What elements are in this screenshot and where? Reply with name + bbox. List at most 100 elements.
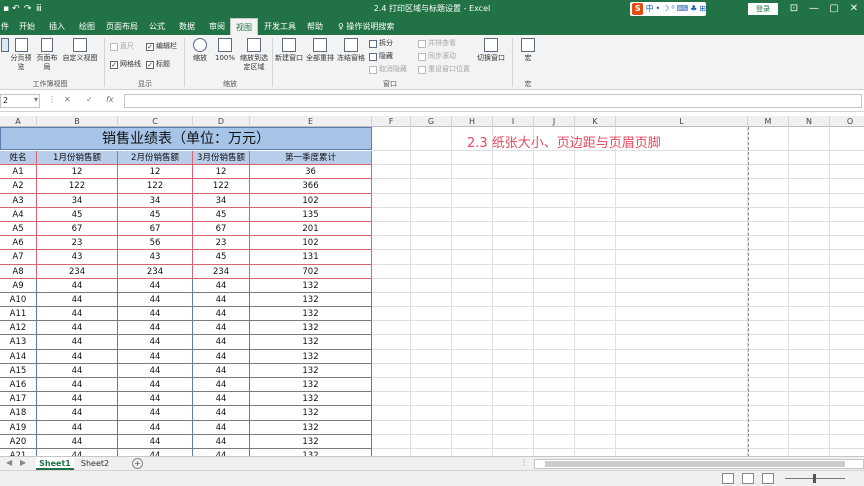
- empty-cell[interactable]: [748, 236, 789, 251]
- table-cell[interactable]: 44: [37, 335, 118, 350]
- table-cell[interactable]: 44: [118, 335, 193, 350]
- empty-cell[interactable]: [493, 406, 534, 421]
- empty-cell[interactable]: [452, 193, 493, 208]
- sheet-next-icon[interactable]: ▶: [20, 458, 26, 467]
- tab-developer[interactable]: 开发工具: [262, 18, 298, 35]
- empty-cell[interactable]: [789, 307, 830, 322]
- empty-cell[interactable]: [830, 421, 864, 435]
- empty-cell[interactable]: [616, 321, 748, 336]
- sheet-tab-sheet1[interactable]: Sheet1: [36, 457, 74, 470]
- empty-cell[interactable]: [452, 448, 493, 456]
- table-cell[interactable]: 44: [37, 434, 118, 449]
- arrange-all-button[interactable]: 全部重排: [305, 38, 335, 63]
- qat-customize-icon[interactable]: ⅲ: [36, 2, 42, 16]
- empty-cell[interactable]: [616, 363, 748, 378]
- empty-cell[interactable]: [748, 127, 789, 151]
- ime-grid-icon[interactable]: ⊞: [699, 2, 706, 16]
- empty-cell[interactable]: [748, 278, 789, 293]
- empty-cell[interactable]: [789, 221, 830, 237]
- table-cell[interactable]: 132: [250, 406, 372, 421]
- save-icon[interactable]: ▪: [3, 2, 9, 16]
- insert-function-icon[interactable]: fx: [106, 95, 114, 104]
- empty-cell[interactable]: [452, 250, 493, 265]
- empty-cell[interactable]: [830, 179, 864, 194]
- empty-cell[interactable]: [411, 278, 452, 293]
- empty-cell[interactable]: [372, 236, 411, 251]
- column-header-e[interactable]: E: [250, 116, 372, 127]
- table-cell[interactable]: 44: [37, 363, 118, 378]
- ribbon-display-icon[interactable]: ⊡: [786, 1, 802, 17]
- empty-cell[interactable]: [616, 151, 748, 166]
- empty-cell[interactable]: [830, 250, 864, 265]
- table-cell[interactable]: 44: [193, 363, 250, 378]
- empty-cell[interactable]: [616, 406, 748, 421]
- empty-cell[interactable]: [372, 448, 411, 456]
- empty-cell[interactable]: [830, 392, 864, 407]
- table-cell[interactable]: A16: [0, 378, 37, 393]
- empty-cell[interactable]: [534, 307, 575, 322]
- empty-cell[interactable]: [534, 321, 575, 336]
- empty-cell[interactable]: [789, 392, 830, 407]
- empty-cell[interactable]: [830, 236, 864, 251]
- table-cell[interactable]: 44: [118, 349, 193, 364]
- table-cell[interactable]: 44: [37, 292, 118, 308]
- empty-cell[interactable]: [830, 151, 864, 166]
- column-header-o[interactable]: O: [830, 116, 864, 127]
- empty-cell[interactable]: [575, 151, 616, 166]
- normal-view-icon[interactable]: [722, 473, 734, 484]
- empty-cell[interactable]: [452, 179, 493, 194]
- empty-cell[interactable]: [616, 292, 748, 308]
- table-cell[interactable]: 67: [193, 221, 250, 237]
- empty-cell[interactable]: [789, 434, 830, 449]
- horizontal-scrollbar[interactable]: [534, 459, 864, 469]
- zoom-slider-thumb[interactable]: [813, 474, 816, 483]
- empty-cell[interactable]: [534, 278, 575, 293]
- zoom-100-button[interactable]: 100%: [212, 38, 238, 63]
- table-cell[interactable]: A9: [0, 278, 37, 293]
- empty-cell[interactable]: [534, 363, 575, 378]
- table-cell[interactable]: 43: [118, 250, 193, 265]
- split-button[interactable]: 拆分: [369, 39, 393, 48]
- empty-cell[interactable]: [789, 292, 830, 308]
- table-cell[interactable]: 44: [37, 406, 118, 421]
- empty-cell[interactable]: [534, 392, 575, 407]
- table-cell[interactable]: 43: [37, 250, 118, 265]
- empty-cell[interactable]: [748, 207, 789, 222]
- ime-toolbar[interactable]: S 中 • ☽ ⁰ ⌨ ♣ ⊞: [630, 2, 706, 16]
- empty-cell[interactable]: [411, 378, 452, 393]
- empty-cell[interactable]: [372, 335, 411, 350]
- table-cell[interactable]: A1: [0, 165, 37, 180]
- empty-cell[interactable]: [493, 420, 534, 435]
- formula-input[interactable]: [124, 94, 862, 108]
- column-header-m[interactable]: M: [748, 116, 789, 127]
- undo-button[interactable]: ↶: [12, 2, 20, 16]
- empty-cell[interactable]: [411, 207, 452, 222]
- empty-cell[interactable]: [493, 193, 534, 208]
- empty-cell[interactable]: [575, 207, 616, 222]
- empty-cell[interactable]: [575, 278, 616, 293]
- empty-cell[interactable]: [452, 236, 493, 251]
- empty-cell[interactable]: [789, 236, 830, 251]
- empty-cell[interactable]: [534, 434, 575, 449]
- column-header-d[interactable]: D: [193, 116, 250, 127]
- table-cell[interactable]: A8: [0, 264, 37, 279]
- table-cell[interactable]: 12: [118, 165, 193, 180]
- empty-cell[interactable]: [452, 434, 493, 449]
- empty-cell[interactable]: [534, 165, 575, 180]
- empty-cell[interactable]: [372, 349, 411, 364]
- empty-cell[interactable]: [830, 194, 864, 208]
- table-cell[interactable]: 44: [37, 392, 118, 407]
- empty-cell[interactable]: [534, 378, 575, 393]
- table-cell[interactable]: 44: [37, 448, 118, 456]
- tab-page-layout[interactable]: 页面布局: [104, 18, 140, 35]
- sheet-prev-icon[interactable]: ◀: [6, 458, 12, 467]
- table-cell[interactable]: 122: [118, 179, 193, 194]
- empty-cell[interactable]: [493, 236, 534, 251]
- zoom-button[interactable]: 缩放: [188, 38, 212, 63]
- tab-data[interactable]: 数据: [174, 18, 200, 35]
- empty-cell[interactable]: [372, 321, 411, 336]
- ime-skin-icon[interactable]: ♣: [690, 2, 697, 16]
- table-cell[interactable]: 44: [193, 378, 250, 393]
- table-cell[interactable]: 44: [193, 335, 250, 350]
- empty-cell[interactable]: [616, 264, 748, 279]
